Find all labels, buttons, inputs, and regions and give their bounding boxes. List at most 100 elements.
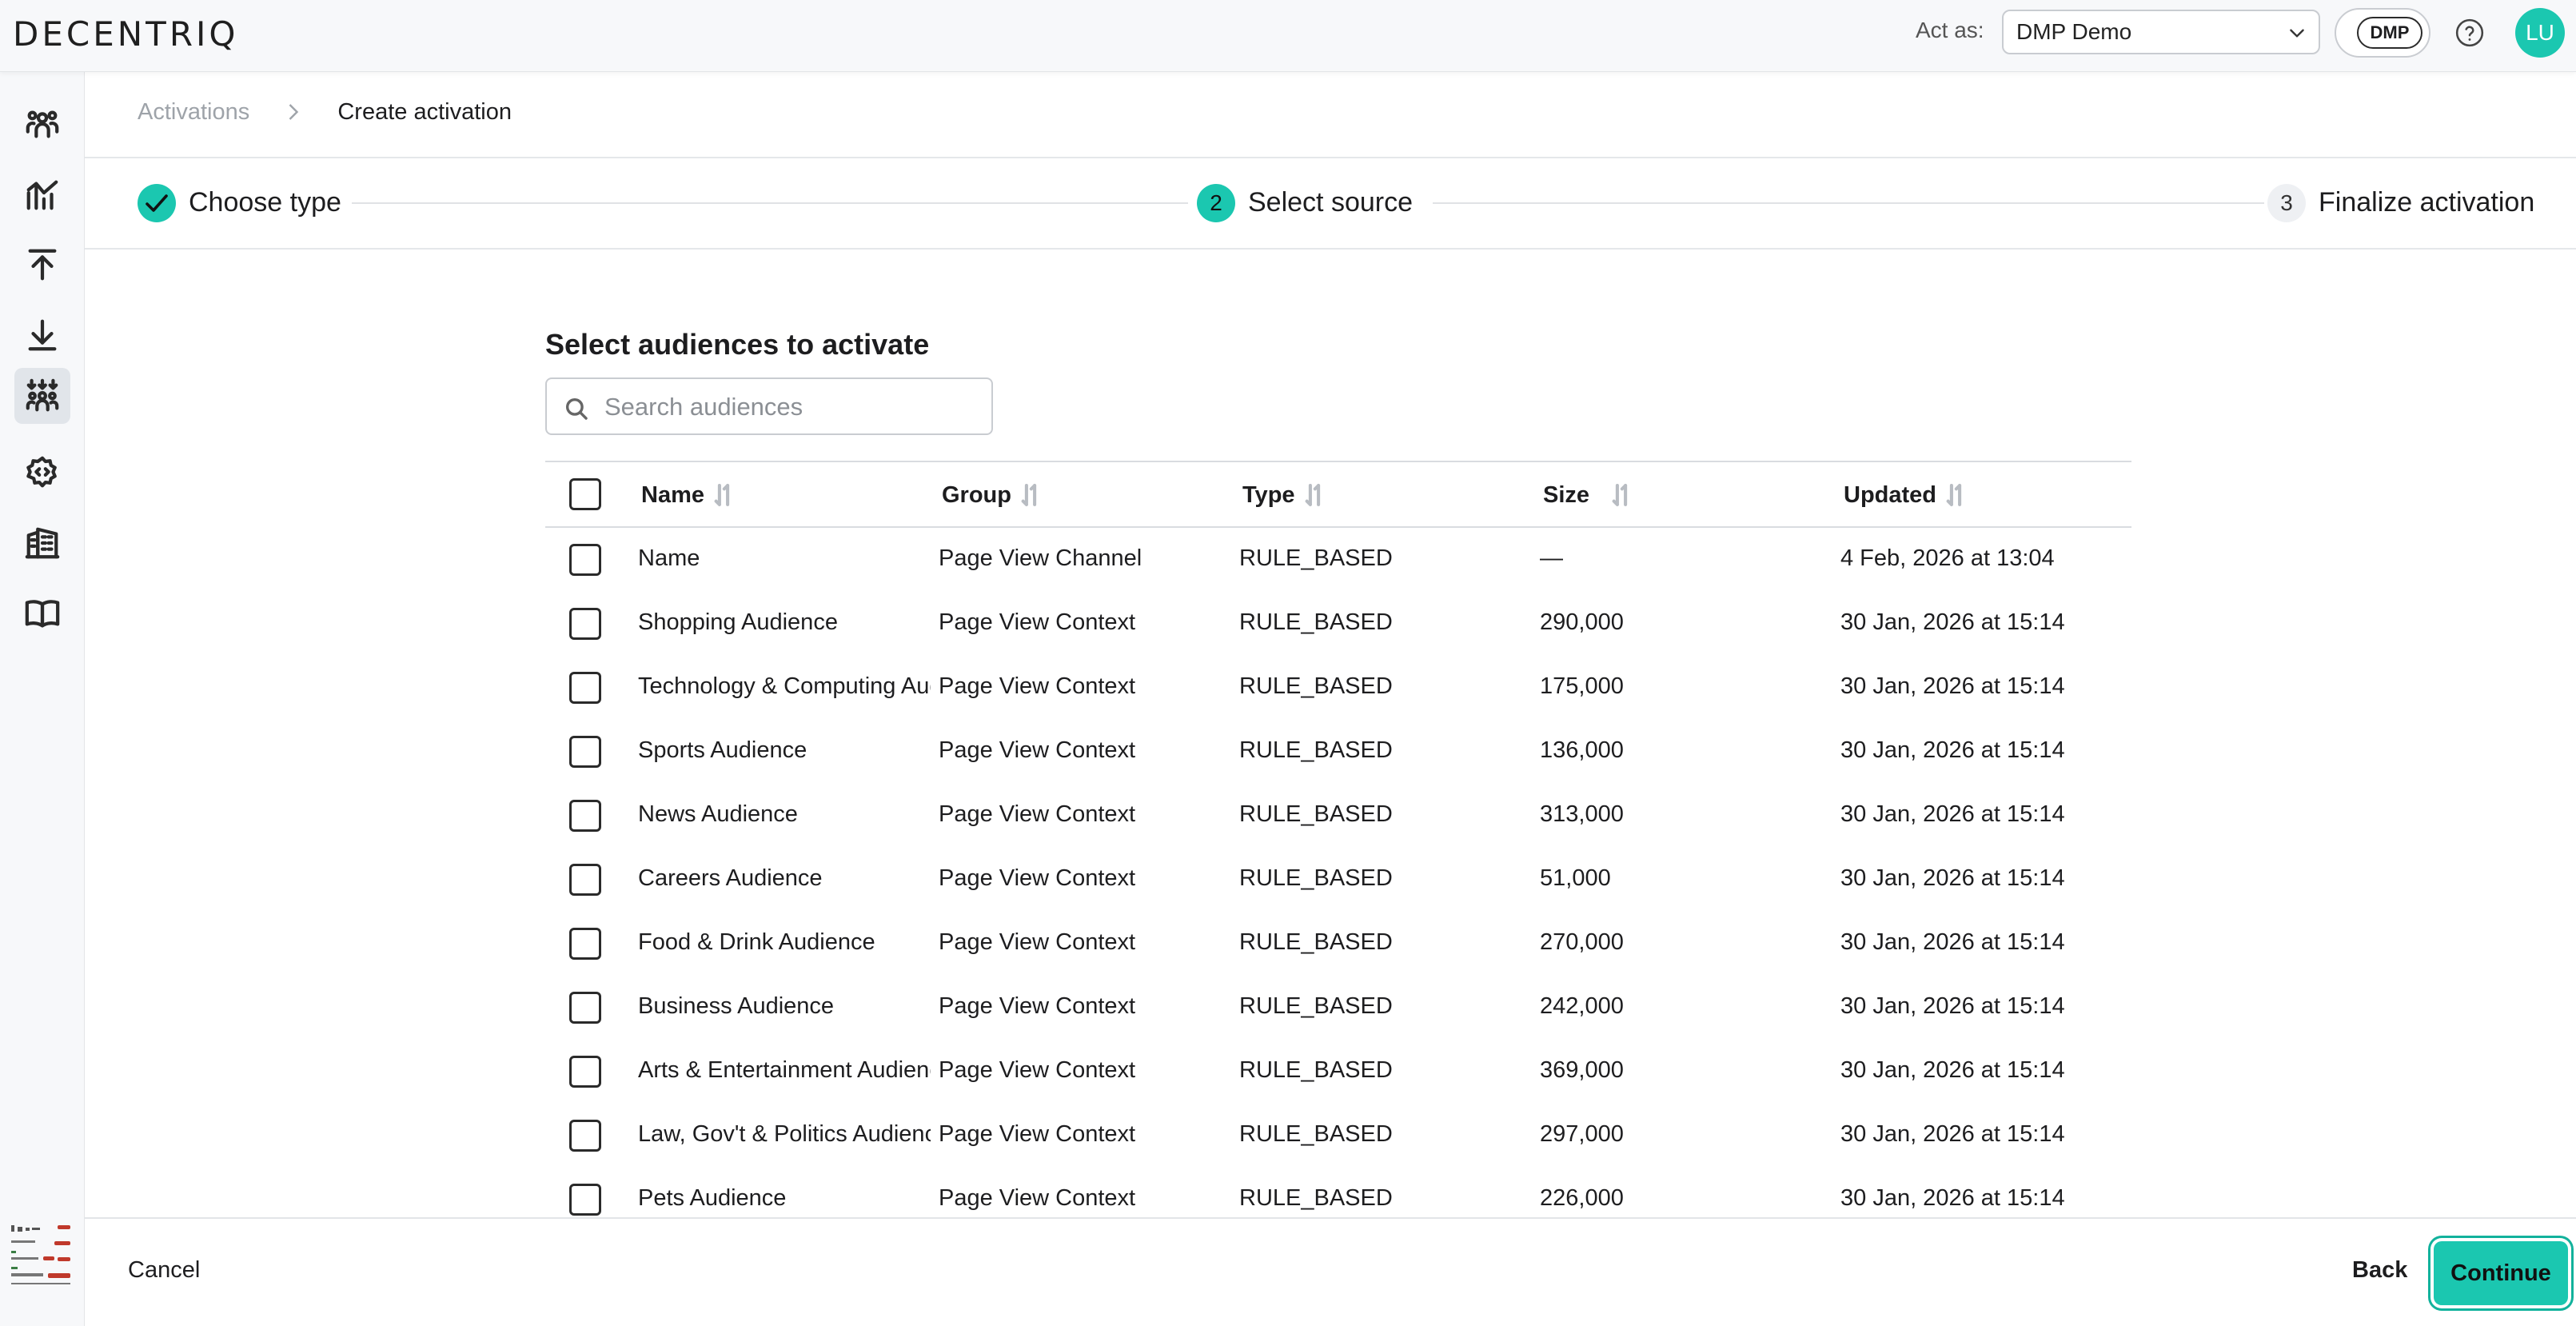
cell-updated: 4 Feb, 2026 at 13:04 <box>1840 545 2055 571</box>
sidebar-item-activations[interactable] <box>14 368 70 424</box>
column-header-name[interactable]: Name <box>641 481 735 509</box>
row-checkbox[interactable] <box>569 800 601 832</box>
cell-group: Page View Context <box>939 993 1136 1019</box>
cell-size: 175,000 <box>1540 673 1624 699</box>
row-checkbox[interactable] <box>569 1184 601 1216</box>
organization-badge: DMP <box>2357 17 2422 49</box>
download-icon <box>28 319 57 351</box>
cell-type: RULE_BASED <box>1239 1185 1393 1211</box>
sidebar <box>0 72 85 1326</box>
table-row[interactable]: Pets Audience Page View Context RULE_BASED… <box>545 1168 2131 1217</box>
cell-updated: 30 Jan, 2026 at 15:14 <box>1840 737 2065 763</box>
cell-name: News Audience <box>638 801 798 827</box>
breadcrumb-link-activations[interactable]: Activations <box>138 99 249 125</box>
developer-gear-icon <box>26 456 57 488</box>
cell-size: — <box>1540 545 1563 571</box>
sidebar-item-developer[interactable] <box>14 445 70 501</box>
cell-updated: 30 Jan, 2026 at 15:14 <box>1840 993 2065 1019</box>
documentation-book-icon <box>25 600 60 628</box>
user-avatar[interactable]: LU <box>2515 8 2565 58</box>
row-checkbox[interactable] <box>569 736 601 768</box>
row-checkbox[interactable] <box>569 672 601 704</box>
cell-updated: 30 Jan, 2026 at 15:14 <box>1840 673 2065 699</box>
row-checkbox[interactable] <box>569 992 601 1024</box>
table-row[interactable]: News Audience Page View Context RULE_BASED… <box>545 784 2131 848</box>
step-2-indicator: 2 <box>1197 184 1235 222</box>
cell-updated: 30 Jan, 2026 at 15:14 <box>1840 801 2065 827</box>
sort-icon <box>1612 484 1628 506</box>
stepper-connector <box>1433 202 2264 204</box>
table-row[interactable]: Technology & Computing Audience Page View… <box>545 656 2131 720</box>
cell-updated: 30 Jan, 2026 at 15:14 <box>1840 865 2065 891</box>
row-checkbox[interactable] <box>569 864 601 896</box>
cell-name: Name <box>638 545 700 571</box>
sidebar-item-import[interactable] <box>14 307 70 363</box>
row-checkbox[interactable] <box>569 928 601 960</box>
row-checkbox[interactable] <box>569 1120 601 1152</box>
app-logo[interactable]: DECENTRIQ <box>13 14 238 54</box>
cell-group: Page View Context <box>939 1185 1136 1211</box>
cell-type: RULE_BASED <box>1239 737 1393 763</box>
cell-group: Page View Context <box>939 1121 1136 1147</box>
step-1-label: Choose type <box>189 187 341 218</box>
column-group-label: Group <box>942 481 1011 508</box>
cell-updated: 30 Jan, 2026 at 15:14 <box>1840 1121 2065 1147</box>
cell-name: Food & Drink Audience <box>638 929 875 955</box>
cell-group: Page View Context <box>939 1057 1136 1083</box>
column-updated-label: Updated <box>1844 481 1936 508</box>
column-header-type[interactable]: Type <box>1242 481 1326 509</box>
table-row[interactable]: Arts & Entertainment Audience Page View C… <box>545 1040 2131 1104</box>
column-header-updated[interactable]: Updated <box>1844 481 1967 509</box>
table-row[interactable]: Law, Gov't & Politics Audience Page View … <box>545 1104 2131 1168</box>
cell-type: RULE_BASED <box>1239 801 1393 827</box>
table-row[interactable]: Food & Drink Audience Page View Context RU… <box>545 912 2131 976</box>
cell-type: RULE_BASED <box>1239 929 1393 955</box>
cell-updated: 30 Jan, 2026 at 15:14 <box>1840 609 2065 635</box>
divider <box>85 248 2576 250</box>
cell-group: Page View Context <box>939 737 1136 763</box>
row-checkbox[interactable] <box>569 544 601 576</box>
breadcrumb-current: Create activation <box>337 99 512 125</box>
organization-switcher[interactable]: DMP <box>2335 8 2430 58</box>
table-row[interactable]: Shopping Audience Page View Context RULE_B… <box>545 592 2131 656</box>
sidebar-item-insights[interactable] <box>14 166 70 222</box>
select-all-checkbox[interactable] <box>569 478 601 510</box>
cell-size: 136,000 <box>1540 737 1624 763</box>
chevron-down-icon <box>2290 29 2304 38</box>
cell-name: Arts & Entertainment Audience <box>638 1057 931 1083</box>
column-name-label: Name <box>641 481 704 508</box>
table-row[interactable]: Sports Audience Page View Context RULE_BAS… <box>545 720 2131 784</box>
table-row[interactable]: Careers Audience Page View Context RULE_BA… <box>545 848 2131 912</box>
row-checkbox[interactable] <box>569 608 601 640</box>
cell-group: Page View Context <box>939 865 1136 891</box>
cell-group: Page View Channel <box>939 545 1142 571</box>
column-header-size[interactable]: Size <box>1543 481 1633 509</box>
double-chevron-right-icon[interactable] <box>18 1320 58 1326</box>
cell-group: Page View Context <box>939 801 1136 827</box>
cell-updated: 30 Jan, 2026 at 15:14 <box>1840 1185 2065 1211</box>
sidebar-item-organizations[interactable] <box>14 515 70 571</box>
help-icon[interactable] <box>2454 18 2485 48</box>
cell-size: 270,000 <box>1540 929 1624 955</box>
act-as-value: DMP Demo <box>2016 19 2132 44</box>
table-row[interactable]: Name Page View Channel RULE_BASED — 4 Feb, 2… <box>545 528 2131 592</box>
continue-button[interactable]: Continue <box>2434 1241 2568 1305</box>
search-input[interactable] <box>604 389 980 425</box>
sidebar-item-audiences[interactable] <box>14 96 70 152</box>
cancel-button[interactable]: Cancel <box>128 1257 200 1284</box>
organizations-building-icon <box>25 527 60 559</box>
table-row[interactable]: Business Audience Page View Context RULE_B… <box>545 976 2131 1040</box>
cell-group: Page View Context <box>939 673 1136 699</box>
sort-icon <box>1946 484 1962 506</box>
sidebar-item-documentation[interactable] <box>14 585 70 641</box>
section-title: Select audiences to activate <box>545 328 930 361</box>
insights-chart-icon <box>26 180 58 210</box>
row-checkbox[interactable] <box>569 1056 601 1088</box>
column-type-label: Type <box>1242 481 1295 508</box>
column-header-group[interactable]: Group <box>942 481 1042 509</box>
sidebar-item-publish[interactable] <box>14 237 70 293</box>
cell-size: 369,000 <box>1540 1057 1624 1083</box>
stepper-connector <box>352 202 1188 204</box>
act-as-select[interactable]: DMP Demo <box>2002 10 2320 54</box>
back-button[interactable]: Back <box>2352 1257 2407 1284</box>
